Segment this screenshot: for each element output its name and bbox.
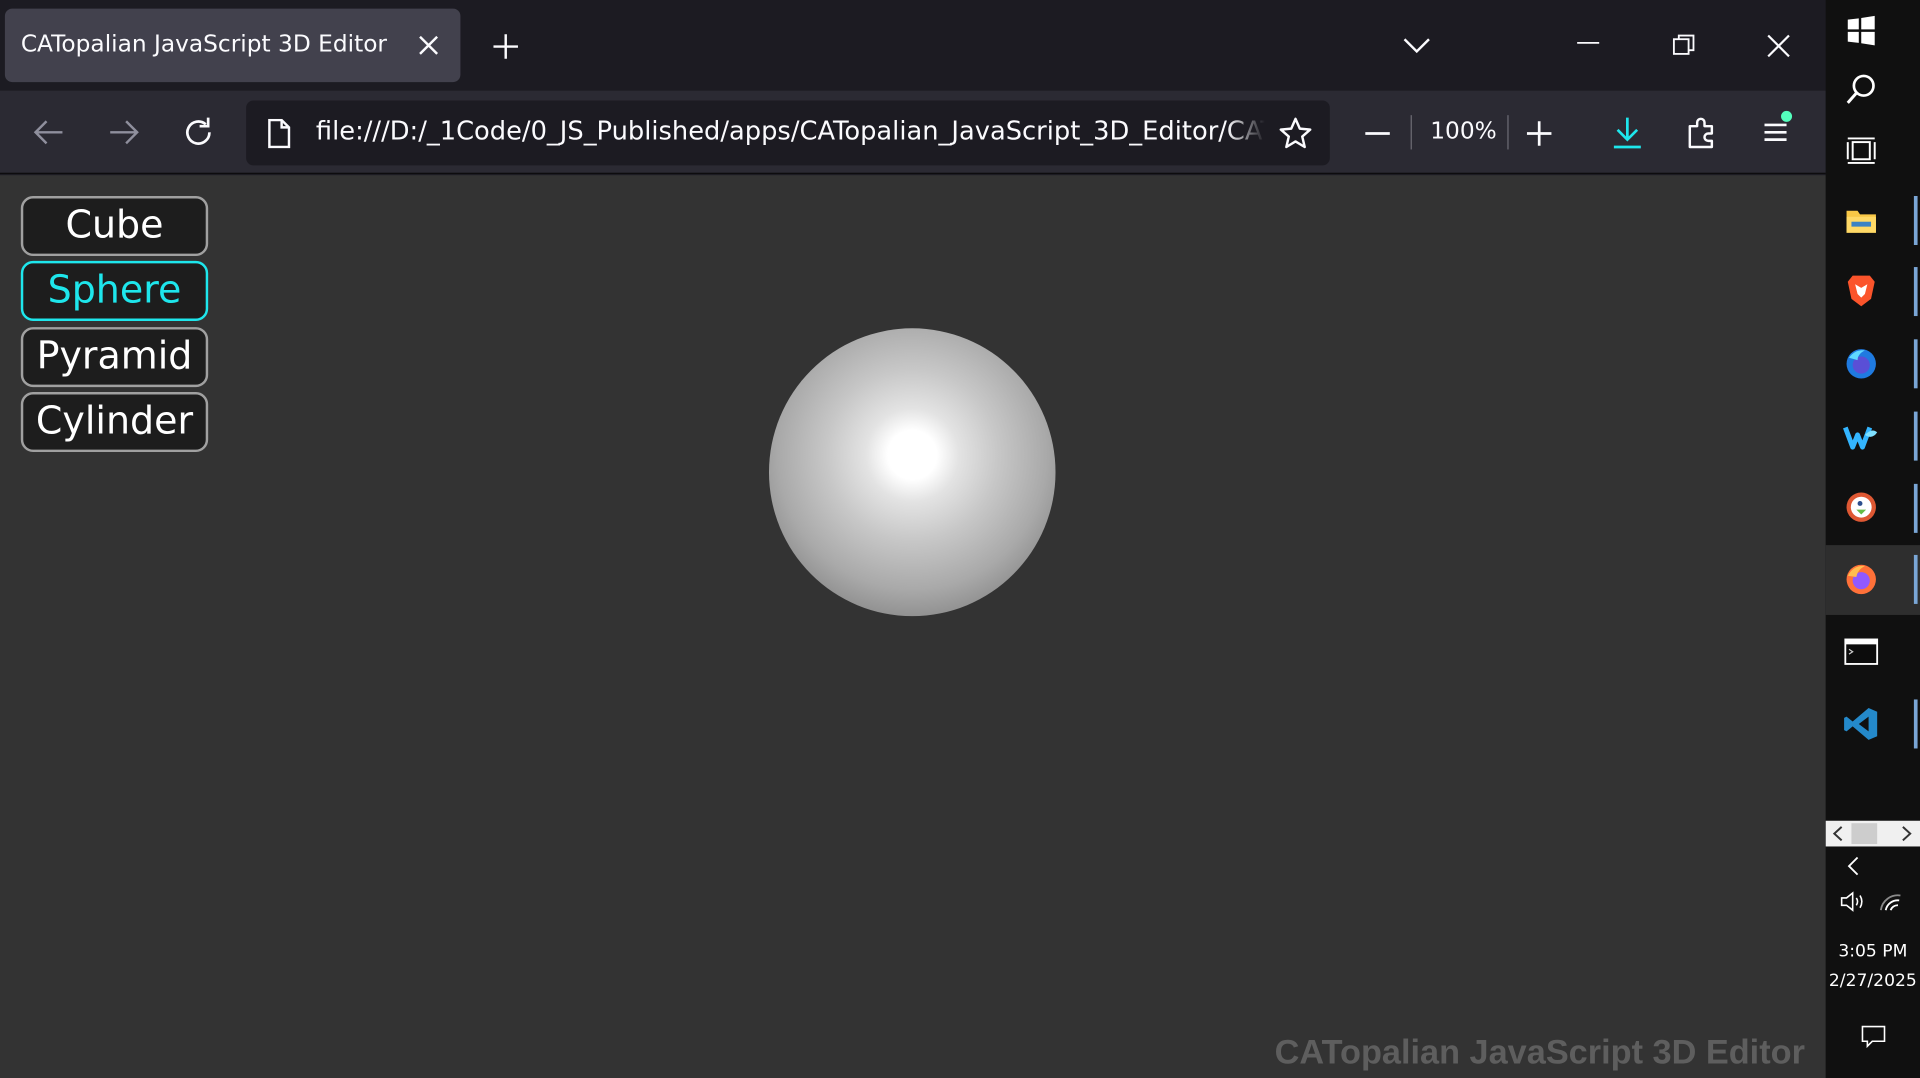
separator	[1410, 115, 1412, 150]
duckduckgo-icon[interactable]	[1843, 489, 1880, 526]
cylinder-button[interactable]: Cylinder	[20, 392, 209, 453]
windows-start-icon[interactable]	[1843, 12, 1880, 49]
close-tab-icon[interactable]	[414, 31, 443, 60]
downloads-icon[interactable]	[1611, 115, 1643, 149]
taskbar-running-indicator	[1913, 699, 1918, 749]
new-tab-icon[interactable]	[491, 32, 520, 61]
terminal-icon[interactable]	[1843, 633, 1880, 670]
menu-icon[interactable]	[1762, 110, 1796, 144]
cube-button[interactable]: Cube	[20, 196, 209, 257]
taskbar-time[interactable]: 3:05 PM	[1826, 942, 1920, 962]
windows-taskbar: 3:05 PM 2/27/2025	[1825, 0, 1920, 1078]
editor-canvas[interactable]: Cube Sphere Pyramid Cylinder CATopalian …	[0, 175, 1826, 1078]
url-bar[interactable]: file:///D:/_1Code/0_JS_Published/apps/CA…	[246, 100, 1330, 166]
taskbar-running-indicator	[1913, 411, 1918, 461]
show-hidden-icons-icon[interactable]	[1844, 855, 1861, 877]
minimize-icon[interactable]	[1576, 37, 1600, 49]
sphere-mesh[interactable]	[768, 328, 1056, 617]
reload-icon[interactable]	[182, 116, 214, 148]
zoom-level[interactable]: 100%	[1430, 118, 1497, 145]
taskbar-running-indicator	[1913, 554, 1918, 604]
back-icon[interactable]	[33, 118, 65, 147]
waterfox-icon[interactable]	[1843, 418, 1880, 455]
extensions-icon[interactable]	[1686, 115, 1718, 149]
notifications-icon[interactable]	[1860, 1024, 1887, 1049]
taskbar-scrollbar[interactable]	[1825, 820, 1920, 847]
vscode-icon[interactable]	[1843, 706, 1880, 743]
scroll-right-icon[interactable]	[1900, 826, 1912, 842]
close-window-icon[interactable]	[1766, 33, 1792, 59]
sphere-button[interactable]: Sphere	[20, 260, 209, 321]
pyramid-button[interactable]: Pyramid	[20, 327, 209, 388]
restore-icon[interactable]	[1671, 33, 1695, 58]
zoom-out-icon[interactable]	[1364, 130, 1391, 137]
zoom-in-icon[interactable]	[1526, 120, 1553, 147]
firefox-developer-icon[interactable]	[1843, 345, 1880, 382]
search-icon[interactable]	[1843, 71, 1880, 108]
app-watermark: CATopalian JavaScript 3D Editor	[1274, 1032, 1805, 1071]
forward-icon[interactable]	[108, 118, 140, 147]
tab-active[interactable]: CATopalian JavaScript 3D Editor	[4, 8, 461, 83]
taskbar-running-indicator	[1913, 483, 1918, 533]
bookmark-star-icon[interactable]	[1278, 116, 1312, 150]
taskbar-date[interactable]: 2/27/2025	[1826, 971, 1920, 991]
volume-icon[interactable]	[1839, 891, 1866, 913]
separator	[1507, 115, 1509, 150]
taskbar-running-indicator	[1913, 196, 1918, 245]
list-all-tabs-icon[interactable]	[1402, 34, 1431, 56]
tab-title: CATopalian JavaScript 3D Editor	[20, 30, 387, 58]
tab-strip: CATopalian JavaScript 3D Editor	[0, 0, 1826, 91]
page-icon	[268, 118, 291, 149]
task-view-icon[interactable]	[1843, 132, 1880, 169]
taskbar-running-indicator	[1913, 267, 1918, 317]
network-wifi-icon[interactable]	[1878, 891, 1902, 913]
firefox-icon[interactable]	[1843, 561, 1880, 598]
taskbar-running-indicator	[1913, 339, 1918, 389]
scrollbar-thumb[interactable]	[1851, 823, 1878, 845]
file-explorer-icon[interactable]	[1843, 202, 1880, 239]
url-text[interactable]: file:///D:/_1Code/0_JS_Published/apps/CA…	[316, 116, 1265, 145]
browser-window: CATopalian JavaScript 3D Editor file:///…	[0, 0, 1826, 1078]
brave-icon[interactable]	[1843, 272, 1880, 309]
scroll-left-icon[interactable]	[1832, 826, 1844, 842]
navigation-toolbar: file:///D:/_1Code/0_JS_Published/apps/CA…	[0, 90, 1826, 174]
